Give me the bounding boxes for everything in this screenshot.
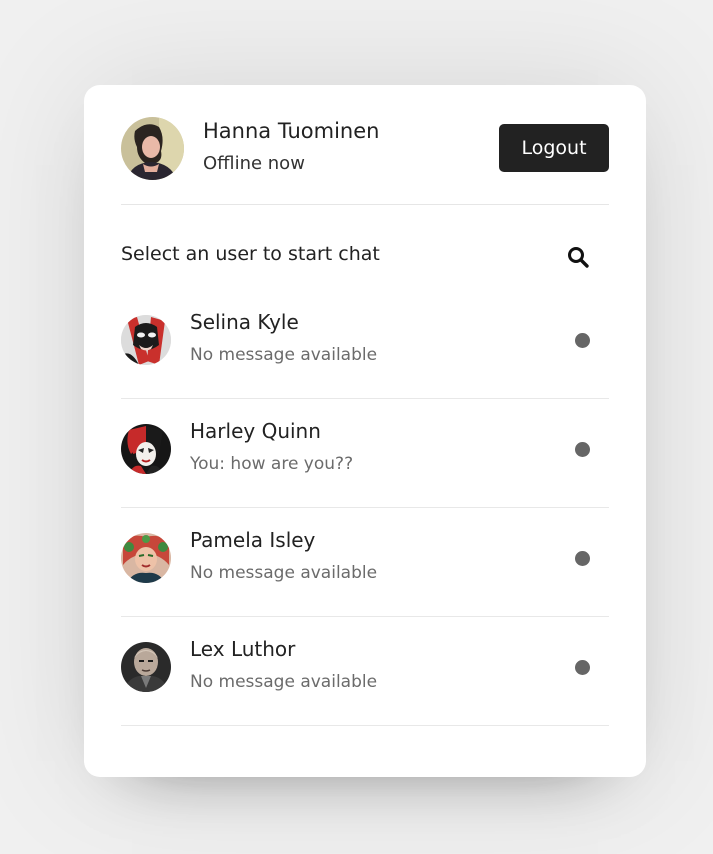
status-dot-icon <box>575 551 590 566</box>
user-name: Lex Luthor <box>190 637 296 661</box>
status-dot-icon <box>575 660 590 675</box>
status-dot-icon <box>575 333 590 348</box>
profile-avatar <box>121 117 184 180</box>
user-avatar <box>121 424 171 474</box>
user-name: Harley Quinn <box>190 419 321 443</box>
profile-header: Hanna Tuominen Offline now Logout <box>121 117 609 205</box>
user-name: Selina Kyle <box>190 310 299 334</box>
user-name: Pamela Isley <box>190 528 316 552</box>
user-item-pamela-isley[interactable]: Pamela Isley No message available <box>121 508 609 617</box>
user-item-lex-luthor[interactable]: Lex Luthor No message available <box>121 617 609 726</box>
profile-status: Offline now <box>203 153 305 174</box>
user-list: Selina Kyle No message available Harley … <box>121 290 609 726</box>
user-avatar <box>121 315 171 365</box>
search-prompt: Select an user to start chat <box>121 243 380 265</box>
user-last-message: No message available <box>190 345 378 365</box>
search-bar: Select an user to start chat <box>121 235 609 279</box>
chat-users-panel: Hanna Tuominen Offline now Logout Select… <box>84 85 646 777</box>
status-dot-icon <box>575 442 590 457</box>
user-item-harley-quinn[interactable]: Harley Quinn You: how are you?? <box>121 399 609 508</box>
user-last-message: You: how are you?? <box>190 454 354 474</box>
user-last-message: No message available <box>190 672 378 692</box>
user-last-message: No message available <box>190 563 378 583</box>
user-avatar <box>121 642 171 692</box>
user-avatar <box>121 533 171 583</box>
logout-button[interactable]: Logout <box>499 124 609 172</box>
profile-name: Hanna Tuominen <box>203 119 380 143</box>
search-button[interactable] <box>547 235 609 279</box>
user-item-selina-kyle[interactable]: Selina Kyle No message available <box>121 290 609 399</box>
